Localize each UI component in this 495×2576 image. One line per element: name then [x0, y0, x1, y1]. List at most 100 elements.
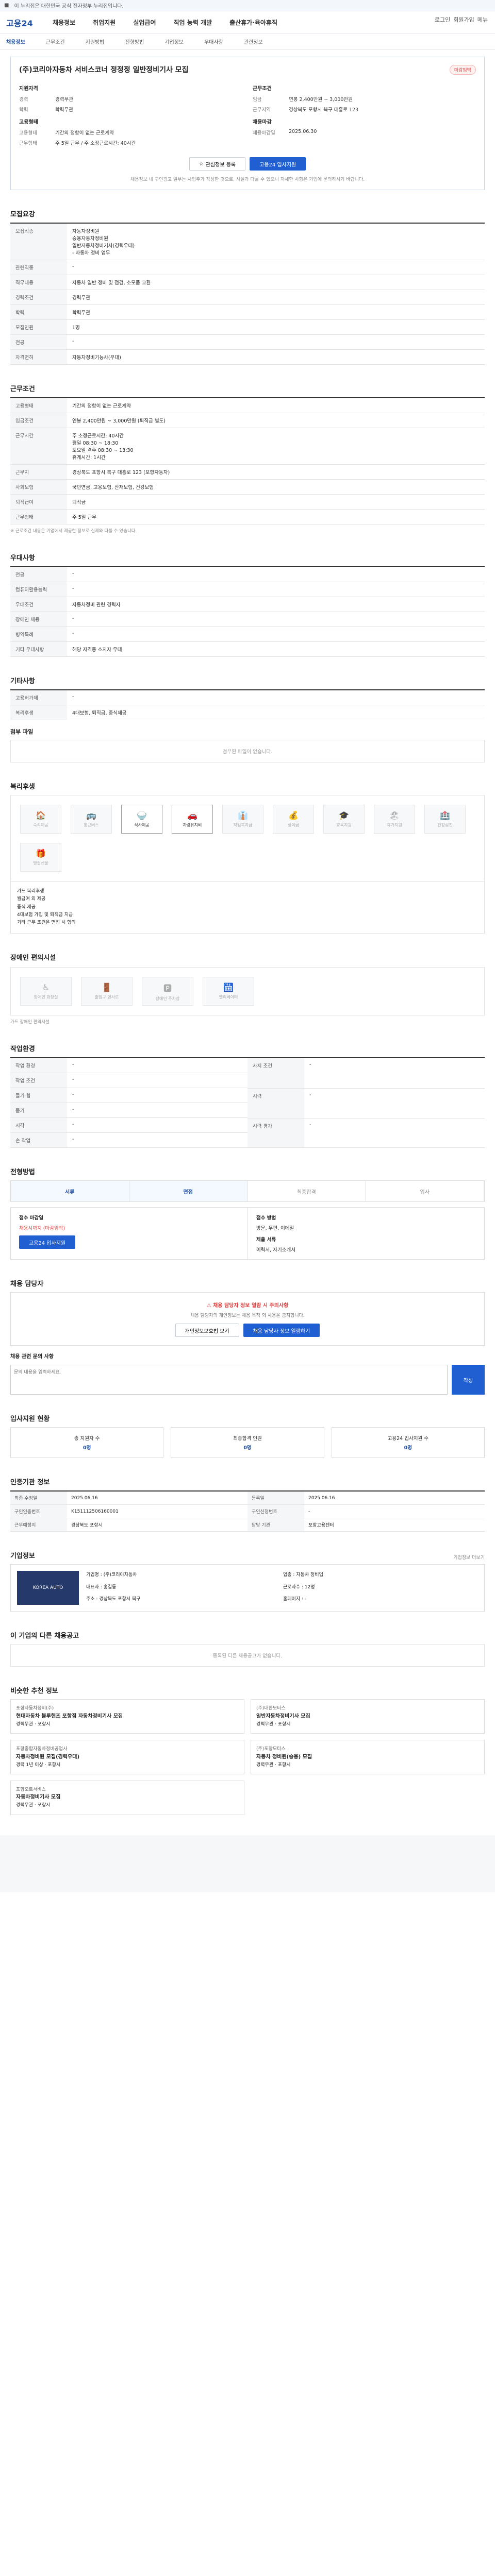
tab-related[interactable]: 관련정보 — [244, 38, 263, 45]
table-row: 고용형태 기간의 정함이 없는 근로계약 — [10, 398, 485, 413]
welfare-label: 교육지원 — [336, 823, 352, 827]
nav-jobs[interactable]: 채용정보 — [53, 18, 75, 27]
row-value: - — [67, 1117, 248, 1133]
welfare-label: 식사제공 — [134, 823, 150, 827]
table-row: 고용허가제 - — [10, 690, 485, 705]
related-title[interactable]: 일반자동차정비기사 모집 — [256, 1713, 479, 1721]
related-title[interactable]: 자동차 정비원(승용) 모집 — [256, 1753, 479, 1761]
privacy-law-button[interactable]: 개인정보보호법 보기 — [175, 1324, 239, 1337]
other-jobs-empty: 등록된 다른 채용공고가 없습니다. — [10, 1644, 485, 1667]
inquiry-form: 작성 — [10, 1365, 485, 1395]
inquiry-submit-button[interactable]: 작성 — [452, 1365, 485, 1395]
welfare-item: 🎁 명절선물 — [20, 843, 61, 872]
stat-label: 총 지원자 수 — [74, 1436, 100, 1442]
contact-desc: 채용 담당자의 개인정보는 채용 목적 외 사용을 금지합니다. — [190, 1313, 305, 1319]
table-row: 우대조건 자동차정비 관련 경력자 — [10, 597, 485, 612]
login-link[interactable]: 로그인 — [435, 15, 450, 24]
row-label: 전공 — [10, 334, 67, 350]
section-title: 근무조건 — [10, 385, 35, 393]
nav-training[interactable]: 직업 능력 개발 — [174, 18, 212, 27]
related-company: 포항자동차정비(주) — [16, 1706, 54, 1711]
disability-note: 가드 장애인 편의시설 — [10, 1020, 50, 1025]
section-title: 기타사항 — [10, 677, 35, 685]
related-cards: 포항자동차정비(주) 현대자동차 블루핸즈 포항점 자동차정비기사 모집 경력무관 … — [10, 1699, 485, 1815]
menu-icon[interactable]: 메뉴 — [477, 15, 488, 24]
nav-employment-support[interactable]: 취업지원 — [93, 18, 116, 27]
kv-key: 임금 — [253, 97, 262, 103]
apply-button-2[interactable]: 고용24 입사지원 — [19, 1235, 76, 1249]
related-company: 포항종합자동차정비공업사 — [16, 1747, 68, 1752]
nav-unemployment[interactable]: 실업급여 — [133, 18, 156, 27]
company-info-value: 경상북도 포항시 북구 — [99, 1597, 141, 1602]
row-label: 최종 수정일 — [10, 1491, 67, 1505]
section-title: 작업환경 — [10, 1045, 35, 1054]
company-info-row: 대표자 : 홍길동 — [86, 1583, 281, 1593]
save-interest-button[interactable]: ☆ 관심정보 등록 — [189, 157, 246, 171]
table-row: 등록일 2025.06.16 — [248, 1491, 485, 1505]
table-row: 시력 평가 - — [248, 1118, 485, 1148]
site-footer — [0, 1835, 495, 1892]
conditions-section: 근무조건 고용형태 기간의 정함이 없는 근로계약 임금조건 연봉 2,400만원 ~… — [10, 383, 485, 534]
related-card[interactable]: 포항자동차정비(주) 현대자동차 블루핸즈 포항점 자동차정비기사 모집 경력무관 … — [10, 1699, 244, 1734]
view-contact-button[interactable]: 채용 담당자 정보 열람하기 — [243, 1324, 320, 1337]
inquiry-input[interactable] — [10, 1365, 448, 1395]
facility-icon: 🚪 — [102, 982, 112, 993]
related-title[interactable]: 자동차정비원 모집(경력우대) — [16, 1753, 239, 1761]
row-label: 임금조건 — [10, 413, 67, 428]
row-label: 시각 — [10, 1117, 67, 1133]
section-title: 입사지원 현황 — [10, 1415, 50, 1423]
apply-button[interactable]: 고용24 입사지원 — [250, 157, 306, 171]
related-card[interactable]: 포항오토서비스 자동차정비기사 모집 경력무관 · 포항시 — [10, 1781, 244, 1815]
tab-recruit[interactable]: 채용정보 — [6, 38, 25, 45]
table-row: 근무형태 주 5일 근무 — [10, 509, 485, 524]
tab-selection[interactable]: 전형방법 — [125, 38, 144, 45]
welfare-item: 💰 상여금 — [273, 805, 314, 834]
table-row: 근무시간 주 소정근로시간: 40시간 평일 08:30 ~ 18:30 토요일 … — [10, 428, 485, 465]
table-row: 전공 - — [10, 567, 485, 582]
nav-leave[interactable]: 출산휴가·육아휴직 — [229, 18, 277, 27]
related-meta: 경력무관 · 포항시 — [256, 1762, 291, 1768]
row-value: - — [67, 612, 485, 627]
row-value: 국민연금, 고용보험, 산재보험, 건강보험 — [67, 479, 485, 495]
company-more-link[interactable]: 기업정보 더보기 — [453, 1554, 485, 1561]
welfare-icon: 🚌 — [86, 810, 96, 820]
signup-link[interactable]: 회원가입 — [453, 15, 474, 24]
table-row: 최종 수정일 2025.06.16 — [10, 1491, 248, 1505]
row-label: 사지 조건 — [248, 1058, 304, 1089]
tab-apply[interactable]: 지원방법 — [86, 38, 105, 45]
kv-key: 근무형태 — [19, 141, 37, 146]
kv-key: 채용마감일 — [253, 130, 275, 136]
row-value: - — [67, 1103, 248, 1118]
row-label: 손 작업 — [10, 1132, 67, 1148]
tab-preference[interactable]: 우대사항 — [204, 38, 223, 45]
table-row: 임금조건 연봉 2,400만원 ~ 3,000만원 (퇴직금 별도) — [10, 413, 485, 428]
row-value: 포항고용센터 — [304, 1518, 485, 1532]
table-row: 전공 - — [10, 334, 485, 350]
etc-table: 고용허가제 - 복리후생 4대보험, 퇴직금, 중식제공 — [10, 689, 485, 720]
related-card[interactable]: (주)대한모터스 일반자동차정비기사 모집 경력무관 · 포항시 — [251, 1699, 485, 1734]
row-label: 사회보험 — [10, 479, 67, 495]
row-value: - — [67, 582, 485, 597]
table-row: 구인인증번호 K151112506160001 — [10, 1504, 248, 1519]
company-card: KOREA AUTO 기업명 : (주)코리아자동차 업종 : 자동차 정비업 대표… — [10, 1564, 485, 1612]
related-title[interactable]: 현대자동차 블루핸즈 포항점 자동차정비기사 모집 — [16, 1713, 239, 1721]
welfare-item: 🏠 숙식제공 — [20, 805, 61, 834]
company-info-key: 홈페이지 : — [283, 1597, 305, 1602]
welfare-note: 중식 제공 — [17, 904, 36, 910]
company-info-row: 업종 : 자동차 정비업 — [283, 1571, 478, 1581]
conditions-note: ※ 근로조건 내용은 기업에서 제공한 정보로 실제와 다를 수 있습니다. — [10, 529, 137, 534]
related-card[interactable]: 포항종합자동차정비공업사 자동차정비원 모집(경력우대) 경력 1년 이상 · 포항… — [10, 1740, 244, 1775]
step-documents: 서류 — [11, 1181, 129, 1202]
site-logo[interactable]: 고용24 — [6, 16, 42, 29]
welfare-icon: 🎓 — [339, 810, 349, 820]
company-info-row: 주소 : 경상북도 포항시 북구 — [86, 1595, 281, 1605]
related-card[interactable]: (주)포항모터스 자동차 정비원(승용) 모집 경력무관 · 포항시 — [251, 1740, 485, 1775]
related-title[interactable]: 자동차정비기사 모집 — [16, 1793, 239, 1802]
row-label: 근무지 — [10, 464, 67, 480]
related-meta: 경력무관 · 포항시 — [16, 1721, 51, 1727]
tab-company[interactable]: 기업정보 — [164, 38, 184, 45]
gov-banner-text: 이 누리집은 대한민국 공식 전자정부 누리집입니다. — [14, 4, 124, 9]
row-value: 자동차 일반 정비 및 점검, 소모품 교환 — [67, 275, 485, 290]
related-company: (주)포항모터스 — [256, 1747, 286, 1752]
tab-conditions[interactable]: 근무조건 — [46, 38, 65, 45]
